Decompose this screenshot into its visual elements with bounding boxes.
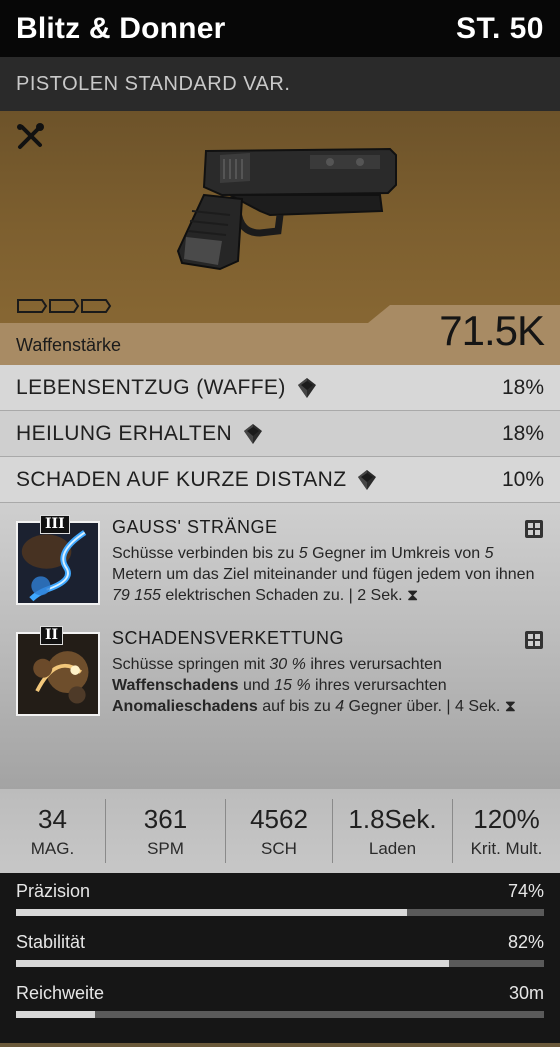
- grid-icon[interactable]: [524, 519, 544, 539]
- stat-label: Laden: [368, 838, 417, 858]
- bar-label: Stabilität: [16, 932, 86, 952]
- weapon-showcase: Waffenstärke 71.5K: [0, 111, 560, 365]
- bar-value: 30m: [508, 983, 544, 1003]
- grid-icon[interactable]: [524, 630, 544, 650]
- talent-title: SCHADENSVERKETTUNG: [112, 628, 345, 648]
- stat-magazine: 34 MAG.: [0, 799, 106, 863]
- weapon-power-label: Waffenstärke: [16, 335, 122, 355]
- chain-damage-talent-icon: [18, 634, 98, 714]
- attribute-value: 18%: [501, 421, 544, 445]
- bar-fill: [16, 909, 407, 916]
- bar-fill: [16, 960, 449, 967]
- attribute-label: SCHADEN AUF KURZE DISTANZ: [16, 467, 347, 491]
- stat-crit-multiplier: 120% Krit. Mult.: [453, 799, 560, 863]
- stat-reload: 1.8Sek. Laden: [333, 799, 453, 863]
- bar-value: 82%: [507, 932, 544, 952]
- stat-label: MAG.: [30, 838, 75, 858]
- attribute-gem-icon: [244, 423, 263, 444]
- attribute-row: SCHADEN AUF KURZE DISTANZ 10%: [0, 457, 560, 503]
- weapon-power-value: 71.5K: [439, 307, 545, 354]
- talent-title: GAUSS' STRÄNGE: [112, 517, 278, 537]
- bar-stability: Stabilität 82%: [16, 932, 544, 967]
- stat-label: SCH: [261, 838, 297, 858]
- attribute-value: 18%: [501, 375, 544, 399]
- weapon-level: ST. 50: [455, 11, 544, 45]
- talent-damage-chain[interactable]: II SCHADENSVERKETTUNG Schüsse springen m…: [16, 626, 544, 717]
- talent-tier-badge: III: [40, 515, 70, 534]
- wrench-screwdriver-icon[interactable]: [14, 121, 46, 153]
- lightning-talent-icon: [18, 523, 98, 603]
- card-bottom-edge: [0, 1043, 560, 1047]
- bar-track: [16, 1011, 544, 1018]
- attribute-row: LEBENSENTZUG (WAFFE) 18%: [0, 365, 560, 411]
- stat-rpm: 361 SPM: [106, 799, 226, 863]
- talent-tier-badge: II: [40, 626, 64, 645]
- talent-list: III GAUSS' STRÄNGE Schüsse verbinden bis…: [0, 503, 560, 789]
- attribute-gem-icon: [358, 469, 377, 490]
- header: Blitz & Donner ST. 50: [0, 0, 560, 57]
- bar-label: Reichweite: [16, 983, 105, 1003]
- bar-label: Präzision: [16, 881, 91, 901]
- weapon-stats: 34 MAG. 361 SPM 4562 SCH 1.8Sek. Laden 1…: [0, 789, 560, 873]
- talent-description: Schüsse verbinden bis zu 5 Gegner im Umk…: [112, 545, 535, 604]
- attribute-row: HEILUNG ERHALTEN 18%: [0, 411, 560, 457]
- handling-bars: Präzision 74% Stabilität 82% Reichweite …: [0, 873, 560, 1047]
- stat-value: 34: [38, 803, 67, 834]
- stat-value: 361: [143, 803, 188, 834]
- bar-track: [16, 960, 544, 967]
- talent-description: Schüsse springen mit 30 % ihres verursac…: [112, 656, 517, 715]
- attribute-gem-icon: [297, 377, 316, 398]
- stat-value: 120%: [473, 803, 540, 834]
- weapon-card: Blitz & Donner ST. 50 PISTOLEN STANDARD …: [0, 0, 560, 1047]
- bar-value: 74%: [507, 881, 544, 901]
- attribute-value: 10%: [501, 467, 544, 491]
- talent-image: II: [16, 626, 100, 716]
- bar-fill: [16, 1011, 96, 1018]
- stat-value: 1.8Sek.: [348, 803, 437, 834]
- attribute-list: LEBENSENTZUG (WAFFE) 18% HEILUNG ERHALTE…: [0, 365, 560, 503]
- bar-track: [16, 909, 544, 916]
- stat-value: 4562: [250, 803, 308, 834]
- pistol-image: [176, 147, 397, 271]
- stat-label: SPM: [147, 838, 184, 858]
- stat-damage: 4562 SCH: [226, 799, 333, 863]
- bar-range: Reichweite 30m: [16, 983, 544, 1018]
- talent-image: III: [16, 515, 100, 605]
- bar-accuracy: Präzision 74%: [16, 881, 544, 916]
- weapon-name: Blitz & Donner: [16, 11, 226, 45]
- attribute-label: LEBENSENTZUG (WAFFE): [16, 375, 286, 399]
- talent-gauss-strands[interactable]: III GAUSS' STRÄNGE Schüsse verbinden bis…: [16, 515, 544, 606]
- stat-label: Krit. Mult.: [470, 838, 543, 858]
- weapon-type: PISTOLEN STANDARD VAR.: [0, 57, 560, 111]
- attribute-label: HEILUNG ERHALTEN: [16, 421, 233, 445]
